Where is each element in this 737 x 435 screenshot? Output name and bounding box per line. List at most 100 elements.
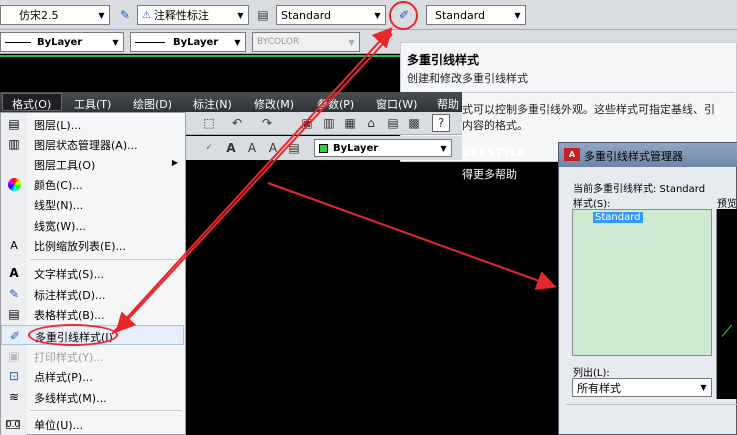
dim-style-combo[interactable]: Standard ▼: [276, 5, 386, 25]
color-wheel-icon: [6, 176, 22, 192]
mleader-style-icon: ✐: [9, 329, 21, 343]
chevron-down-icon: ▼: [348, 37, 355, 47]
annotation-circle: [389, 1, 418, 30]
arrow-to-dialog: [267, 182, 557, 290]
menu-draw[interactable]: 绘图(D): [133, 96, 172, 112]
text-style-icon: A: [9, 266, 19, 280]
layer-combo[interactable]: ByLayer ▼: [314, 139, 452, 157]
list-filter-select[interactable]: 所有样式 ▼: [572, 378, 712, 397]
menu-dimension[interactable]: 标注(N): [193, 96, 232, 112]
dim-style-icon: ✎: [8, 287, 20, 301]
menu-parametric[interactable]: 参数(P): [317, 96, 354, 112]
menu-window[interactable]: 窗口(W): [376, 96, 417, 112]
linetype-combo[interactable]: ByLayer ▼: [0, 32, 124, 52]
menu-item-table-style[interactable]: ▤ 表格样式(B)...: [1, 304, 184, 324]
scale-text-icon[interactable]: A: [264, 139, 282, 157]
tooltip-detail-1: 式可以控制多重引线外观。这些样式可指定基线、引: [462, 103, 715, 116]
mleader-style-value: Standard: [435, 8, 486, 22]
menu-separator: [30, 410, 182, 411]
calculator-icon[interactable]: ▩: [405, 114, 423, 132]
chevron-down-icon: ▼: [374, 10, 381, 20]
dim-style-value: Standard: [281, 8, 332, 22]
line-sample-icon: [135, 41, 165, 43]
table-style-icon: ▤: [8, 307, 20, 321]
menu-item-plot-style: ▣ 打印样式(Y)...: [1, 346, 184, 366]
submenu-arrow-icon: ▶: [171, 158, 178, 167]
styles-label: 样式(S):: [573, 199, 611, 210]
plot-style-icon: ▣: [8, 349, 20, 363]
tooltip-desc: 创建和修改多重引线样式: [407, 72, 528, 85]
line-sample-icon: [5, 41, 31, 43]
menu-separator: [30, 259, 182, 260]
annotative-value: 注释性标注: [153, 9, 209, 22]
style-item-standard[interactable]: Standard: [593, 212, 643, 223]
menu-item-linetype[interactable]: 线型(N)...: [1, 194, 184, 214]
lineweight-combo[interactable]: ByLayer ▼: [130, 32, 246, 52]
menu-item-text-style[interactable]: A 文字样式(S)...: [1, 263, 184, 283]
styles-listbox[interactable]: [572, 209, 712, 356]
pan-icon[interactable]: ▣: [298, 114, 316, 132]
tool-palette-icon[interactable]: ⌂: [362, 114, 380, 132]
sheet-set-icon[interactable]: ▤: [384, 114, 402, 132]
units-icon: 0.0: [5, 419, 21, 430]
table-style-icon[interactable]: ▤: [254, 6, 272, 24]
text-style-combo[interactable]: 仿宋2.5 ▼: [0, 5, 110, 25]
chevron-down-icon: ▼: [98, 10, 105, 20]
menu-item-layer[interactable]: ▤ 图层(L)...: [1, 114, 184, 134]
mline-style-icon: ≋: [8, 390, 20, 404]
scale-list-icon: A: [10, 238, 18, 252]
chevron-down-icon: ▼: [514, 10, 521, 20]
mleader-style-combo[interactable]: Standard ▼: [426, 5, 526, 25]
spell-check-icon[interactable]: ✓: [200, 139, 218, 157]
layers-icon: ▤: [8, 117, 20, 131]
dim-style-icon[interactable]: ✎: [116, 6, 134, 24]
list-filter-value: 所有样式: [577, 381, 621, 395]
menu-tools[interactable]: 工具(T): [74, 96, 111, 112]
find-text-icon[interactable]: A: [243, 139, 261, 157]
properties-icon[interactable]: ▥: [320, 114, 338, 132]
dialog-bottom-group: [566, 404, 737, 435]
linetype-value: ByLayer: [37, 36, 83, 48]
annotative-combo[interactable]: ⚠ 注释性标注 ▼: [137, 5, 249, 25]
menu-item-mline-style[interactable]: ≋ 多线样式(M)...: [1, 387, 184, 407]
match-icon[interactable]: ⬚: [200, 114, 218, 132]
design-center-icon[interactable]: ▦: [341, 114, 359, 132]
undo-icon[interactable]: ↶: [228, 114, 246, 132]
color-combo[interactable]: BYCOLOR ▼: [252, 32, 360, 52]
lineweight-value: ByLayer: [173, 36, 219, 48]
drawing-border-line: [0, 55, 400, 57]
current-style-label: 当前多重引线样式: Standard: [573, 184, 706, 195]
autocad-logo-icon: A: [564, 148, 580, 161]
menu-format[interactable]: 格式(O): [12, 96, 51, 112]
color-value: BYCOLOR: [257, 37, 300, 47]
menu-item-dim-style[interactable]: ✎ 标注样式(D)...: [1, 284, 184, 304]
color-swatch-icon: [319, 143, 328, 153]
menu-item-color[interactable]: 颜色(C)...: [1, 174, 184, 194]
tooltip-help: 得更多帮助: [462, 168, 517, 181]
list-label: 列出(L):: [573, 368, 610, 379]
chevron-down-icon: ▼: [700, 383, 707, 392]
tooltip-command: DERSTYLE: [462, 146, 526, 159]
chevron-down-icon: ▼: [112, 37, 119, 47]
menu-item-scale-list[interactable]: A 比例缩放列表(E)...: [1, 235, 184, 255]
tooltip-title: 多重引线样式: [407, 53, 480, 67]
point-style-icon: ⊡: [8, 369, 20, 383]
layer-state-icon: ▥: [8, 137, 20, 151]
redo-icon[interactable]: ↷: [258, 114, 276, 132]
menu-item-units[interactable]: 0.0 单位(U)...: [1, 414, 184, 434]
tooltip-detail-2: 内容的格式。: [462, 119, 528, 132]
menu-item-layer-state[interactable]: ▥ 图层状态管理器(A)...: [1, 134, 184, 154]
annotation-ellipse: [28, 324, 118, 346]
justify-text-icon[interactable]: ▤: [285, 139, 303, 157]
preview-label: 预览: [717, 199, 737, 210]
text-edit-icon[interactable]: A: [222, 139, 240, 157]
preview-panel: [716, 209, 737, 399]
menu-item-layer-tools[interactable]: 图层工具(O) ▶: [1, 154, 184, 174]
layer-value: ByLayer: [333, 142, 379, 154]
menu-modify[interactable]: 修改(M): [254, 96, 294, 112]
chevron-down-icon: ▼: [234, 37, 241, 47]
menu-item-lineweight[interactable]: 线宽(W)...: [1, 215, 184, 235]
menu-item-point-style[interactable]: ⊡ 点样式(P)...: [1, 366, 184, 386]
menu-help[interactable]: 帮助: [437, 96, 459, 112]
help-icon[interactable]: ?: [432, 114, 450, 132]
